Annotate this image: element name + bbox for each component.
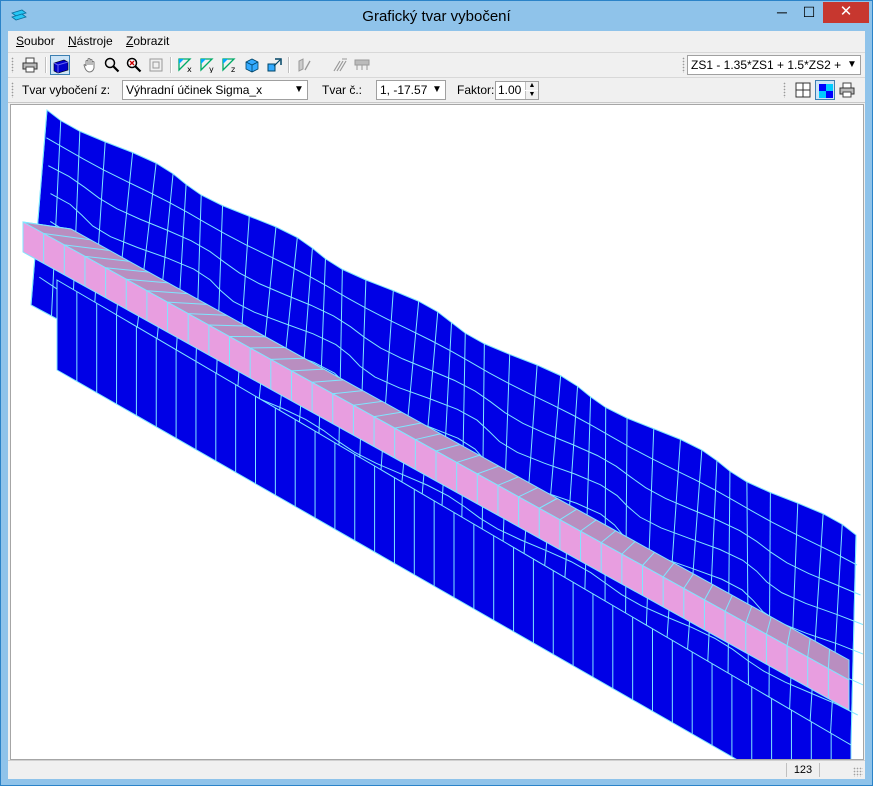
svg-text:x: x: [187, 65, 192, 73]
buckling-toolbar: Tvar vybočení z: Výhradní účinek Sigma_x…: [8, 77, 865, 103]
buckling-shape-view[interactable]: [10, 104, 864, 760]
svg-text:y: y: [209, 65, 214, 73]
view-model-icon[interactable]: [50, 55, 70, 75]
view-z-icon[interactable]: z: [220, 55, 240, 75]
mesh-grid-icon[interactable]: [793, 80, 813, 100]
scale-deformation-icon[interactable]: [330, 55, 350, 75]
status-pane: 123: [786, 763, 820, 777]
toolbar-separator: [45, 57, 47, 73]
minimize-button[interactable]: ─: [769, 2, 795, 23]
shape-number-value: 1, -17.57: [380, 83, 428, 97]
rotate-view-icon[interactable]: [264, 55, 284, 75]
buckling-shape-model: [22, 109, 863, 759]
menu-nastroje[interactable]: Nástroje: [68, 34, 113, 48]
spin-up-icon[interactable]: ▲: [525, 82, 538, 90]
title-bar[interactable]: Grafický tvar vybočení ─ ☐ ✕: [1, 1, 872, 31]
animation-icon[interactable]: [352, 55, 372, 75]
view-y-icon[interactable]: y: [198, 55, 218, 75]
toolbar-separator: [288, 57, 290, 73]
maximize-button[interactable]: ☐: [796, 2, 822, 23]
shape-from-value: Výhradní účinek Sigma_x: [126, 83, 263, 97]
print-icon[interactable]: [20, 55, 40, 75]
zoom-icon[interactable]: [102, 55, 122, 75]
color-scale-icon[interactable]: [815, 80, 835, 100]
chevron-down-icon[interactable]: ▼: [429, 81, 445, 99]
load-combination-select[interactable]: ZS1 - 1.35*ZS1 + 1.5*ZS2 + 0.75*ZS3 ▼: [687, 55, 861, 75]
print-graphic-icon[interactable]: [837, 80, 857, 100]
deformation-icon[interactable]: [294, 55, 314, 75]
web-mesh-line: [604, 407, 607, 614]
main-window: Grafický tvar vybočení ─ ☐ ✕ Soubor Nást…: [0, 0, 873, 786]
shape-from-label: Tvar vybočení z:: [22, 83, 111, 97]
menu-bar: Soubor Nástroje Zobrazit: [8, 31, 865, 51]
window-title: Grafický tvar vybočení: [362, 8, 511, 25]
toolbar-grip[interactable]: [682, 57, 685, 73]
toolbar-separator: [170, 57, 172, 73]
menu-zobrazit[interactable]: Zobrazit: [126, 34, 169, 48]
view-iso-icon[interactable]: [242, 55, 262, 75]
shape-number-label: Tvar č.:: [322, 83, 363, 97]
toolbar-grip[interactable]: [783, 82, 786, 98]
resize-grip[interactable]: [853, 767, 863, 777]
zoom-all-icon[interactable]: [124, 55, 144, 75]
chevron-down-icon[interactable]: ▼: [291, 81, 307, 99]
spin-down-icon[interactable]: ▼: [525, 91, 538, 99]
toolbar-grip[interactable]: [11, 57, 14, 73]
factor-value: 1.00: [498, 83, 522, 97]
toolbar-grip[interactable]: [11, 82, 14, 98]
chevron-down-icon[interactable]: ▼: [844, 56, 860, 74]
zoom-window-icon[interactable]: [146, 55, 166, 75]
pan-hand-icon[interactable]: [80, 55, 100, 75]
close-button[interactable]: ✕: [823, 2, 869, 23]
shape-from-select[interactable]: Výhradní účinek Sigma_x ▼: [122, 80, 308, 100]
status-bar: 123: [8, 760, 865, 779]
client-area: Soubor Nástroje Zobrazit x y z ZS1 - 1.3…: [8, 31, 865, 779]
upper-web-plate: [30, 109, 857, 746]
view-x-icon[interactable]: x: [176, 55, 196, 75]
shape-number-select[interactable]: 1, -17.57 ▼: [376, 80, 446, 100]
svg-text:z: z: [231, 65, 235, 73]
load-combination-value: ZS1 - 1.35*ZS1 + 1.5*ZS2 + 0.75*ZS3: [691, 58, 860, 72]
menu-soubor[interactable]: Soubor: [16, 34, 55, 48]
factor-label: Faktor:: [457, 83, 495, 97]
factor-spinner[interactable]: 1.00 ▲ ▼: [495, 81, 539, 100]
main-toolbar: x y z ZS1 - 1.35*ZS1 + 1.5*ZS2 + ▼: [8, 52, 865, 77]
